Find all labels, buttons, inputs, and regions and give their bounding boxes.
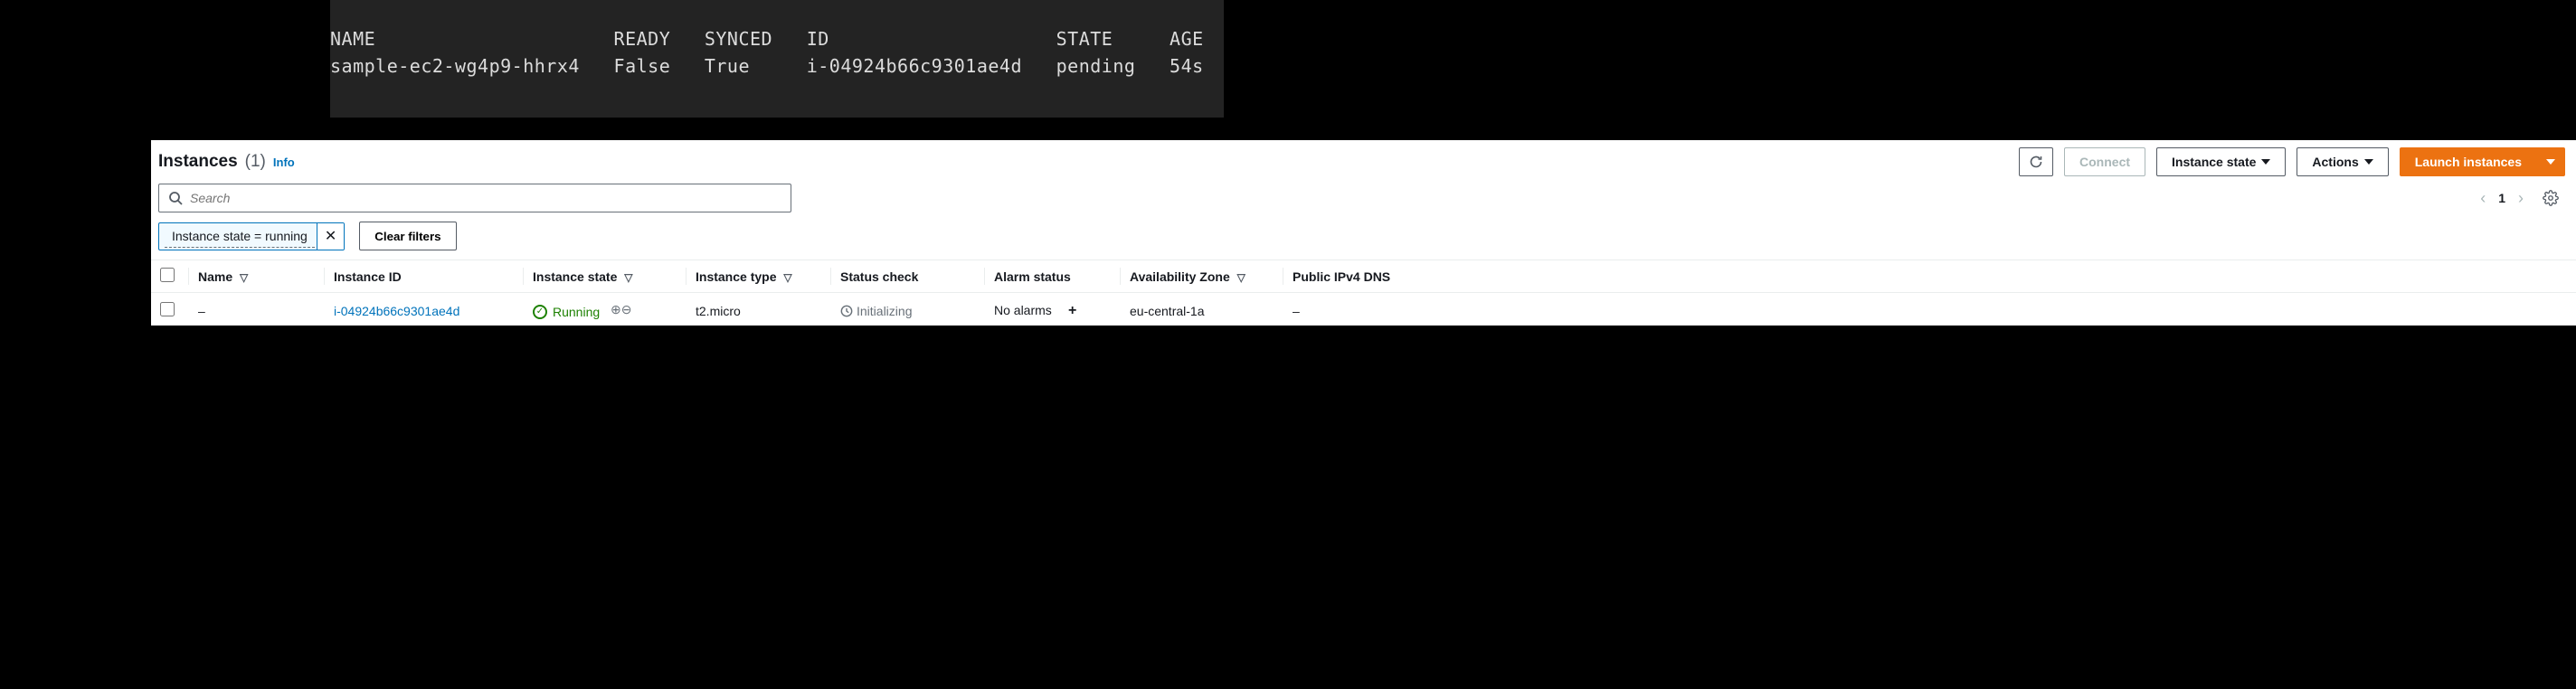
row-checkbox[interactable]	[160, 302, 175, 316]
cell-public-dns: –	[1283, 293, 2576, 326]
col-instance-type[interactable]: Instance type ▽	[687, 260, 831, 293]
launch-instances-button[interactable]: Launch instances	[2400, 147, 2537, 176]
console-header: Instances (1) Info Connect Instance stat…	[151, 140, 2576, 176]
close-icon: ✕	[325, 227, 336, 245]
col-name[interactable]: Name ▽	[189, 260, 325, 293]
terminal-output: NAME READY SYNCED ID STATE AGE sample-ec…	[330, 0, 1224, 118]
col-status-check[interactable]: Status check	[831, 260, 985, 293]
filter-chip: Instance state = running ✕	[158, 222, 345, 250]
clock-icon	[840, 305, 853, 317]
instance-state-button[interactable]: Instance state	[2156, 147, 2286, 176]
ec2-console-panel: Instances (1) Info Connect Instance stat…	[151, 140, 2576, 326]
launch-instances-group: Launch instances	[2400, 147, 2565, 176]
col-az-label: Availability Zone	[1130, 269, 1230, 284]
col-public-dns-label: Public IPv4 DNS	[1293, 269, 1390, 284]
select-all-checkbox[interactable]	[160, 268, 175, 282]
connect-button[interactable]: Connect	[2064, 147, 2145, 176]
cell-instance-id[interactable]: i-04924b66c9301ae4d	[334, 304, 459, 318]
instances-table: Name ▽ Instance ID Instance state ▽ Inst…	[151, 260, 2576, 326]
search-input[interactable]	[190, 191, 781, 205]
search-row: ‹ 1 ›	[151, 176, 2576, 212]
cell-instance-state: Running	[533, 305, 600, 319]
chevron-down-icon	[2261, 159, 2270, 165]
col-name-label: Name	[198, 269, 232, 284]
sort-icon: ▽	[624, 271, 632, 284]
cell-alarm-status: No alarms +	[985, 293, 1121, 326]
refresh-button[interactable]	[2019, 147, 2053, 176]
col-status-check-label: Status check	[840, 269, 918, 284]
col-instance-id-label: Instance ID	[334, 269, 402, 284]
col-instance-state[interactable]: Instance state ▽	[524, 260, 687, 293]
add-alarm-button[interactable]: +	[1065, 303, 1081, 319]
col-alarm-status[interactable]: Alarm status	[985, 260, 1121, 293]
filter-row: Instance state = running ✕ Clear filters	[151, 212, 2576, 260]
cell-status-check: Initializing	[831, 293, 985, 326]
zoom-icons[interactable]: ⊕⊖	[611, 302, 631, 316]
sort-icon: ▽	[240, 271, 248, 284]
table-row[interactable]: – i-04924b66c9301ae4d Running ⊕⊖ t2.micr…	[151, 293, 2576, 326]
page-current: 1	[2498, 191, 2505, 205]
col-instance-state-label: Instance state	[533, 269, 617, 284]
actions-button[interactable]: Actions	[2297, 147, 2388, 176]
col-checkbox	[151, 260, 189, 293]
filter-chip-remove[interactable]: ✕	[317, 223, 344, 250]
cell-instance-type: t2.micro	[687, 293, 831, 326]
cell-name: –	[189, 293, 325, 326]
terminal-text: NAME READY SYNCED ID STATE AGE sample-ec…	[330, 25, 1224, 80]
title-text: Instances	[158, 152, 238, 172]
info-link[interactable]: Info	[273, 156, 295, 169]
clear-filters-button[interactable]: Clear filters	[359, 222, 456, 250]
gear-icon	[2543, 190, 2559, 206]
col-instance-id[interactable]: Instance ID	[325, 260, 524, 293]
cell-status-check-label: Initializing	[857, 304, 912, 318]
page-prev[interactable]: ‹	[2480, 190, 2486, 206]
refresh-icon	[2029, 155, 2043, 169]
actions-button-label: Actions	[2312, 155, 2358, 169]
cell-instance-state-label: Running	[553, 305, 600, 319]
sort-icon: ▽	[1237, 271, 1245, 284]
page-title: Instances (1) Info	[158, 152, 295, 172]
search-icon	[168, 191, 183, 205]
status-ok-icon	[533, 305, 547, 319]
chevron-down-icon	[2546, 159, 2555, 165]
chevron-down-icon	[2364, 159, 2373, 165]
cell-alarm-status-label: No alarms	[994, 303, 1052, 317]
col-az[interactable]: Availability Zone ▽	[1121, 260, 1283, 293]
col-public-dns[interactable]: Public IPv4 DNS	[1283, 260, 2576, 293]
pagination: ‹ 1 ›	[2480, 184, 2565, 212]
col-instance-type-label: Instance type	[696, 269, 776, 284]
settings-button[interactable]	[2536, 184, 2565, 212]
search-box[interactable]	[158, 184, 791, 212]
col-alarm-status-label: Alarm status	[994, 269, 1071, 284]
sort-icon: ▽	[783, 271, 791, 284]
table-header-row: Name ▽ Instance ID Instance state ▽ Inst…	[151, 260, 2576, 293]
instance-state-button-label: Instance state	[2172, 155, 2256, 169]
filter-chip-label[interactable]: Instance state = running	[165, 225, 315, 248]
launch-instances-dropdown[interactable]	[2537, 147, 2565, 176]
page-next[interactable]: ›	[2518, 190, 2524, 206]
cell-az: eu-central-1a	[1121, 293, 1283, 326]
instance-count: (1)	[245, 152, 266, 172]
